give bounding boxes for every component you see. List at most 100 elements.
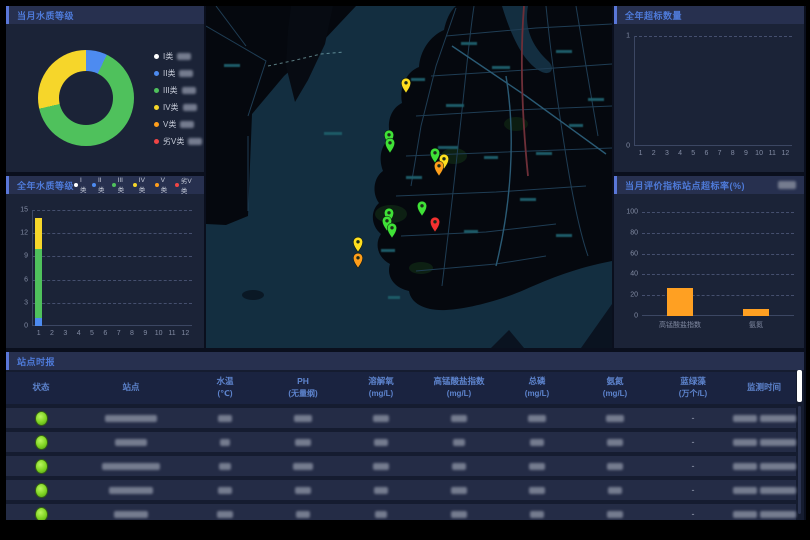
x-tick-label: 1 (37, 330, 41, 337)
value-cell (420, 487, 498, 494)
donut-hole (59, 71, 113, 125)
legend-label: V类 (163, 119, 176, 130)
legend-label: V类 (161, 177, 170, 194)
legend-item: II类 (154, 65, 202, 82)
column-header: 监测时间 (732, 382, 796, 394)
algae-cell: - (654, 437, 732, 447)
value-cell (342, 415, 420, 422)
value-redacted (295, 439, 311, 446)
panel-header: 当月评价指标站点超标率(%) (614, 176, 804, 194)
value-redacted (373, 463, 389, 470)
time-redacted (760, 415, 796, 422)
station-name-redacted (102, 463, 160, 470)
header-action-redacted[interactable] (778, 181, 796, 189)
value-cell (576, 463, 654, 470)
status-ok-indicator (35, 411, 48, 426)
value-redacted (451, 415, 467, 422)
value-redacted (295, 487, 311, 494)
table-row[interactable]: - (6, 480, 796, 500)
panel-title: 当月水质等级 (17, 9, 74, 22)
x-tick-label: 高锰酸盐指数 (659, 320, 701, 330)
time-cell (732, 415, 796, 422)
algae-value: - (692, 413, 695, 423)
value-redacted (529, 487, 545, 494)
legend-label: IV类 (139, 177, 150, 194)
legend-dot (154, 122, 159, 127)
station-cell (76, 415, 186, 422)
legend-label: I类 (163, 51, 173, 62)
donut-legend: I类II类III类IV类V类劣V类 (154, 48, 202, 150)
stacked-bar-segment (35, 318, 42, 326)
legend-dot (154, 139, 159, 144)
table-row[interactable]: - (6, 456, 796, 476)
value-cell (342, 463, 420, 470)
city-map[interactable] (206, 6, 612, 348)
value-cell (576, 511, 654, 518)
value-cell (420, 439, 498, 446)
value-cell (186, 487, 264, 494)
value-redacted (529, 463, 545, 470)
column-header: 水温(℃) (186, 376, 264, 399)
exceedance-chart: 10123456789101112 (634, 36, 792, 146)
x-tick-label: 6 (103, 330, 107, 337)
algae-cell: - (654, 509, 732, 519)
panel-map[interactable] (206, 6, 612, 348)
value-redacted (607, 439, 623, 446)
legend-dot (154, 71, 159, 76)
gridline (32, 210, 192, 211)
x-axis (32, 325, 192, 326)
legend-dot (74, 183, 78, 187)
status-ok-indicator (35, 483, 48, 498)
table-row[interactable]: - (6, 504, 796, 520)
column-header: 总磷(mg/L) (498, 376, 576, 399)
x-tick-label: 3 (63, 330, 67, 337)
time-cell (732, 439, 796, 446)
table-scrollbar-track[interactable] (798, 406, 801, 514)
value-cell (342, 487, 420, 494)
algae-value: - (692, 437, 695, 447)
algae-value: - (692, 485, 695, 495)
legend-label: IV类 (163, 102, 179, 113)
algae-cell: - (654, 485, 732, 495)
legend-label: III类 (163, 85, 178, 96)
legend-label: III类 (118, 177, 128, 194)
y-tick-label: 20 (622, 292, 638, 299)
y-tick-label: 40 (622, 271, 638, 278)
x-axis (642, 315, 794, 316)
value-redacted (453, 439, 465, 446)
status-ok-indicator (35, 507, 48, 521)
x-tick-label: 8 (731, 150, 735, 157)
legend-value-redacted (183, 104, 197, 111)
column-header: 高锰酸盐指数(mg/L) (420, 376, 498, 399)
y-tick-label: 3 (12, 299, 28, 306)
table-row[interactable]: - (6, 432, 796, 452)
y-tick-label: 1 (614, 33, 630, 40)
y-tick-label: 12 (12, 230, 28, 237)
station-cell (76, 439, 186, 446)
value-cell (420, 463, 498, 470)
column-header: PH(无量纲) (264, 376, 342, 399)
x-tick-label: 7 (718, 150, 722, 157)
annual-bar-chart: 03691215123456789101112 (32, 210, 192, 326)
x-axis (634, 145, 792, 146)
value-redacted (607, 463, 623, 470)
status-cell (6, 411, 76, 426)
column-header: 氨氮(mg/L) (576, 376, 654, 399)
panel-header: 全年超标数量 (614, 6, 804, 24)
gridline (642, 233, 794, 234)
table-scrollbar-thumb[interactable] (797, 370, 802, 402)
legend-label: II类 (163, 68, 175, 79)
time-redacted (760, 487, 796, 494)
value-redacted (608, 487, 622, 494)
algae-cell: - (654, 461, 732, 471)
station-name-redacted (109, 487, 153, 494)
legend-dot (154, 88, 159, 93)
algae-value: - (692, 461, 695, 471)
panel-indicator-rate: 当月评价指标站点超标率(%) 020406080100高锰酸盐指数氨氮 (614, 176, 804, 348)
gridline (32, 280, 192, 281)
x-tick-label: 4 (77, 330, 81, 337)
value-cell (498, 415, 576, 422)
table-row[interactable]: - (6, 408, 796, 428)
legend-dot (154, 54, 159, 59)
column-header: 蓝绿藻(万个/L) (654, 376, 732, 399)
